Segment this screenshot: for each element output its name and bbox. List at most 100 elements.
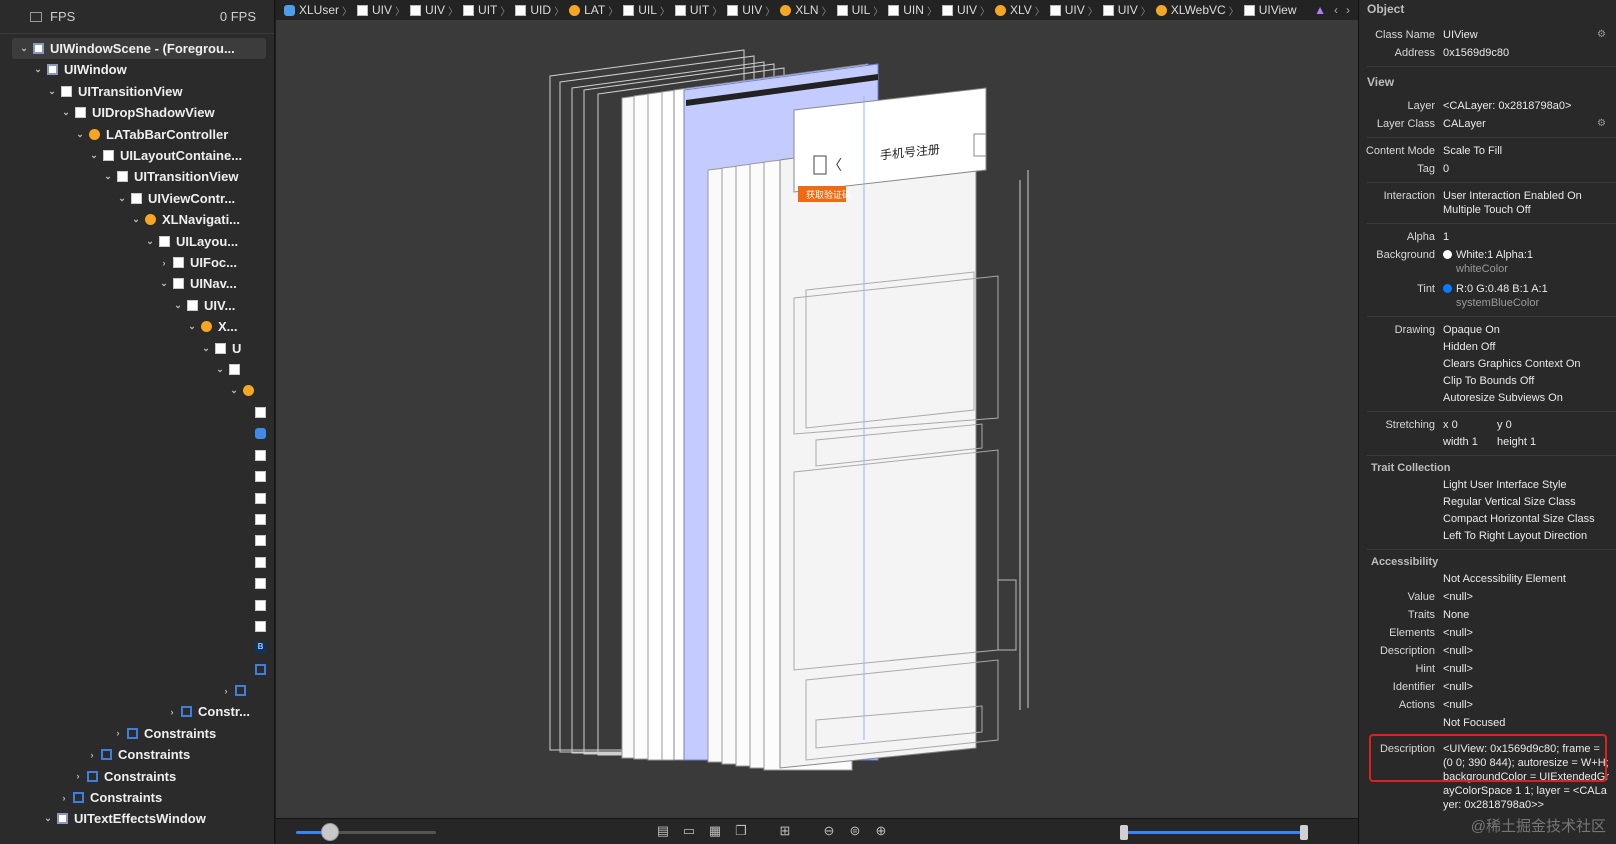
- chevron-down-icon[interactable]: ⌄: [130, 214, 142, 225]
- tree-row[interactable]: ⌄ UIWindow: [32, 59, 126, 80]
- tree-row[interactable]: › Constraints: [112, 723, 217, 744]
- breadcrumb-item[interactable]: UIN 〉: [888, 3, 942, 18]
- tree-row[interactable]: › UIFoc...: [158, 252, 237, 273]
- tree-row[interactable]: ⌄ UILayou...: [144, 231, 238, 252]
- chevron-down-icon[interactable]: ⌄: [200, 343, 212, 354]
- show-constraints-icon[interactable]: ▭: [682, 824, 696, 838]
- spacing-slider-knob[interactable]: [321, 823, 339, 841]
- chevron-down-icon[interactable]: ⌄: [214, 364, 226, 375]
- tree-row[interactable]: [252, 595, 272, 616]
- layer-range-slider[interactable]: [1120, 825, 1308, 840]
- exploded-view-canvas[interactable]: 〈 手机号注册 获取验证码: [276, 20, 1358, 820]
- chevron-down-icon[interactable]: ⌄: [102, 171, 114, 182]
- tree-row[interactable]: ›: [220, 680, 252, 701]
- chevron-down-icon[interactable]: ⌄: [116, 193, 128, 204]
- chevron-right-icon[interactable]: ›: [86, 750, 98, 760]
- breadcrumb-item[interactable]: UIV 〉: [941, 3, 995, 18]
- chevron-right-icon[interactable]: ›: [220, 686, 232, 696]
- show-clipped-icon[interactable]: ▤: [656, 824, 670, 838]
- tree-row[interactable]: ⌄ XLNavigati...: [130, 209, 240, 230]
- fps-label: FPS: [50, 9, 76, 24]
- tree-row[interactable]: ⌄ UINav...: [158, 273, 237, 294]
- tree-row[interactable]: [252, 573, 272, 594]
- chevron-down-icon[interactable]: ⌄: [60, 107, 72, 118]
- breadcrumb-item[interactable]: UIV 〉: [357, 3, 410, 18]
- tree-row[interactable]: ⌄ UITransitionView: [102, 166, 238, 187]
- zoom-in-icon[interactable]: ⊕: [874, 824, 888, 838]
- tree-row[interactable]: [252, 509, 272, 530]
- warning-icon[interactable]: ▲: [1314, 3, 1326, 17]
- chevron-down-icon[interactable]: ⌄: [46, 86, 58, 97]
- tree-row[interactable]: ⌄ UITransitionView: [46, 81, 182, 102]
- breadcrumb-item[interactable]: UIV 〉: [1102, 3, 1156, 18]
- tree-row[interactable]: › Constraints: [58, 787, 163, 808]
- spacing-slider[interactable]: [296, 823, 436, 841]
- tree-row[interactable]: ⌄ UIDropShadowView: [60, 102, 214, 123]
- breadcrumb-item[interactable]: UIView: [1243, 3, 1297, 17]
- chevron-down-icon[interactable]: ⌄: [74, 129, 86, 140]
- chevron-down-icon[interactable]: ⌄: [158, 278, 170, 289]
- tree-row[interactable]: ⌄: [228, 380, 260, 401]
- gear-icon[interactable]: ⚙: [1597, 117, 1606, 131]
- tree-row[interactable]: B: [252, 637, 272, 658]
- breadcrumb-item[interactable]: UIT 〉: [463, 3, 515, 18]
- chevron-left-icon[interactable]: ‹: [1334, 3, 1338, 17]
- tree-row[interactable]: › Constraints: [72, 766, 177, 787]
- chevron-down-icon[interactable]: ⌄: [144, 236, 156, 247]
- chevron-down-icon[interactable]: ⌄: [228, 385, 240, 396]
- breadcrumb-item[interactable]: UID 〉: [515, 3, 569, 18]
- chevron-right-icon[interactable]: ›: [1346, 3, 1350, 17]
- tree-row[interactable]: [252, 423, 272, 444]
- zoom-out-icon[interactable]: ⊖: [822, 824, 836, 838]
- breadcrumb-item[interactable]: UIL 〉: [836, 3, 889, 18]
- tree-row[interactable]: [252, 466, 272, 487]
- breadcrumb-item[interactable]: UIV 〉: [1049, 3, 1103, 18]
- tree-row[interactable]: ⌄ X...: [186, 316, 237, 337]
- view-icon: [255, 535, 266, 547]
- orient-3d-icon[interactable]: ⊞: [778, 824, 792, 838]
- tree-row[interactable]: ⌄ U: [200, 338, 241, 359]
- breadcrumb-item[interactable]: UIV 〉: [727, 3, 780, 18]
- tree-row[interactable]: [252, 552, 272, 573]
- tree-row[interactable]: ⌄ UITextEffectsWindow: [42, 808, 206, 829]
- range-end-handle[interactable]: [1300, 825, 1308, 840]
- tree-row[interactable]: ⌄ UILayoutContaine...: [88, 145, 242, 166]
- chevron-right-icon[interactable]: ›: [166, 707, 178, 717]
- breadcrumb-item[interactable]: XLUser 〉: [284, 3, 357, 18]
- breadcrumb-item[interactable]: XLN 〉: [780, 3, 836, 18]
- breadcrumb-item[interactable]: LAT 〉: [569, 3, 623, 18]
- tree-row[interactable]: [252, 445, 272, 466]
- chevron-down-icon[interactable]: ⌄: [172, 300, 184, 311]
- chevron-down-icon[interactable]: ⌄: [186, 321, 198, 332]
- layers-icon[interactable]: ▦: [708, 824, 722, 838]
- tree-row[interactable]: ⌄: [214, 359, 246, 380]
- tree-row[interactable]: ⌄ UIV...: [172, 295, 235, 316]
- breadcrumb-item[interactable]: UIT 〉: [674, 3, 727, 18]
- chevron-right-icon[interactable]: ›: [158, 258, 170, 268]
- range-start-handle[interactable]: [1120, 825, 1128, 840]
- chevron-down-icon[interactable]: ⌄: [42, 813, 54, 824]
- gear-icon[interactable]: ⚙: [1597, 28, 1606, 42]
- tree-row[interactable]: ⌄ UIWindowScene - (Foregrou...: [12, 38, 266, 59]
- tree-row[interactable]: [252, 488, 272, 509]
- chevron-down-icon[interactable]: ⌄: [18, 43, 30, 54]
- tree-row[interactable]: ⌄ UIViewContr...: [116, 188, 235, 209]
- tree-row[interactable]: › Constraints: [86, 744, 191, 765]
- breadcrumb-item[interactable]: UIL 〉: [623, 3, 675, 18]
- breadcrumb-item[interactable]: XLWebVC 〉: [1155, 3, 1244, 18]
- tree-row[interactable]: [252, 616, 272, 637]
- tree-row[interactable]: [252, 530, 272, 551]
- tree-row[interactable]: ⌄ LATabBarController: [74, 124, 228, 145]
- breadcrumb-item[interactable]: XLV 〉: [994, 3, 1050, 18]
- tree-row[interactable]: [252, 402, 272, 423]
- breadcrumb-item[interactable]: UIV 〉: [410, 3, 463, 18]
- tree-row[interactable]: [252, 659, 272, 680]
- chevron-right-icon[interactable]: ›: [112, 728, 124, 738]
- chevron-down-icon[interactable]: ⌄: [32, 64, 44, 75]
- chevron-right-icon[interactable]: ›: [72, 771, 84, 781]
- tree-row[interactable]: › Constr...: [166, 701, 251, 722]
- chevron-down-icon[interactable]: ⌄: [88, 150, 100, 161]
- chevron-right-icon[interactable]: ›: [58, 793, 70, 803]
- zoom-actual-icon[interactable]: ⊜: [848, 824, 862, 838]
- wireframe-icon[interactable]: ❐: [734, 824, 748, 838]
